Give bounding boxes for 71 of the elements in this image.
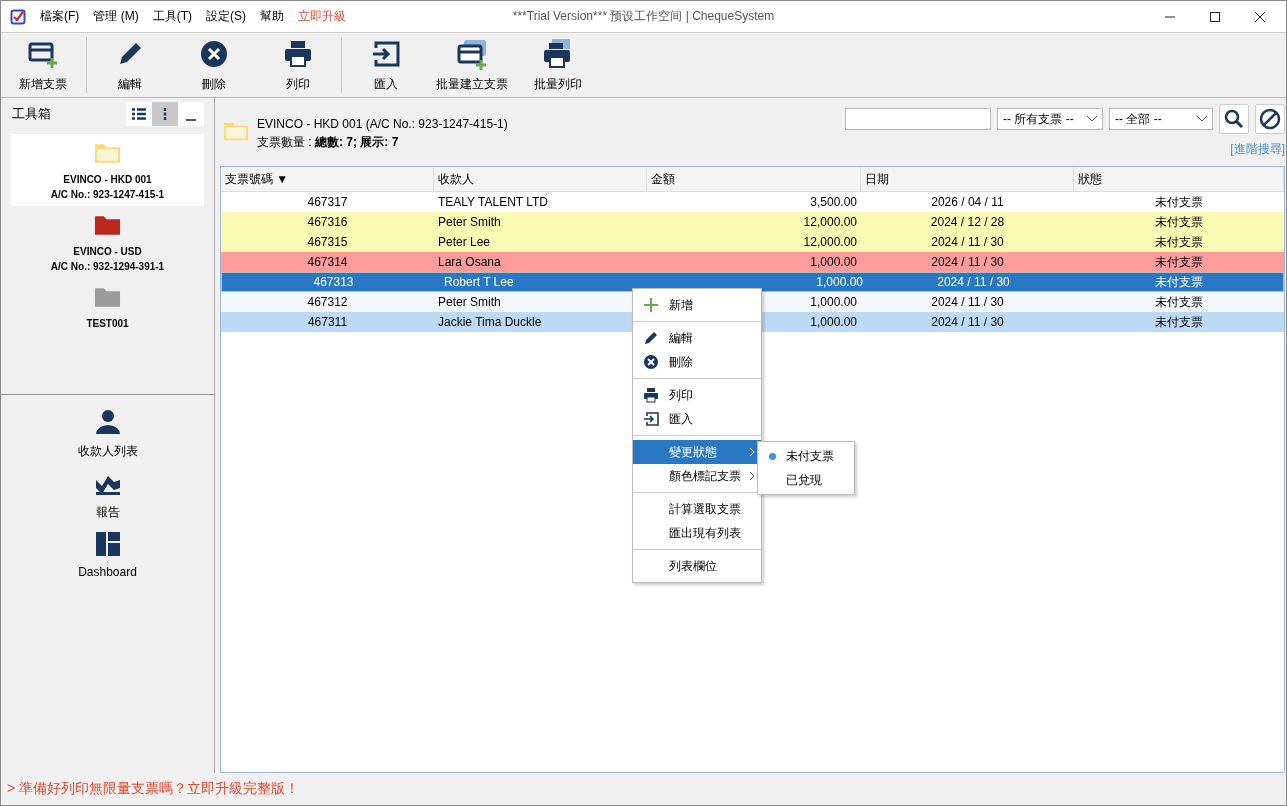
delete-icon	[643, 354, 659, 370]
table-row[interactable]: 467315 Peter Lee 12,000.00 2024 / 11 / 30 未付支票	[221, 232, 1284, 252]
close-icon[interactable]	[1254, 10, 1266, 23]
pencil-icon	[643, 330, 659, 346]
account-item[interactable]: TEST001	[11, 278, 204, 335]
account-item[interactable]: EVINCO - USD A/C No.: 932-1294-391-1	[11, 206, 204, 278]
column-header[interactable]: 支票號碼 ▼	[221, 167, 434, 191]
menu-item[interactable]: 新增	[633, 293, 761, 317]
nav-item[interactable]: 收款人列表	[77, 409, 138, 460]
clear-icon	[1259, 108, 1281, 130]
menu-item[interactable]: 檔案(F)	[40, 8, 80, 25]
list-view-icon	[132, 108, 146, 120]
search-button[interactable]	[1219, 104, 1249, 134]
menu-item[interactable]: 幫助	[260, 8, 284, 25]
column-header[interactable]: 金額	[647, 167, 861, 191]
view-toggle-button[interactable]	[152, 102, 178, 126]
table-row[interactable]: 467313 Robert T Lee 1,000.00 2024 / 11 / 30 未付支票	[221, 272, 1284, 292]
column-header[interactable]: 狀態	[1074, 167, 1284, 191]
menu-item[interactable]: 變更狀態	[633, 440, 761, 464]
person-icon	[94, 409, 121, 435]
toolbar-button[interactable]: 列印	[256, 34, 340, 96]
toolbar-button[interactable]: 編輯	[88, 34, 172, 96]
menu-item[interactable]: 管理 (M)	[93, 8, 139, 25]
menu-item[interactable]: 設定(S)	[206, 8, 246, 25]
menu-item[interactable]: 未付支票	[758, 444, 854, 468]
table-row[interactable]: 467316 Peter Smith 12,000.00 2024 / 12 / 28 未付支票	[221, 212, 1284, 232]
toolbar-button[interactable]: 匯入	[343, 34, 429, 96]
upgrade-link[interactable]: 立即升級	[298, 8, 346, 25]
nav-item[interactable]: 報告	[94, 470, 121, 521]
account-title: EVINCO - HKD 001 (A/C No.: 923-1247-415-1)	[257, 117, 508, 131]
app-logo-icon	[10, 8, 26, 25]
menu-item[interactable]: 列表欄位	[633, 554, 761, 578]
menu-item[interactable]: 刪除	[633, 350, 761, 374]
toolbar-button[interactable]: 刪除	[172, 34, 256, 96]
nav-item[interactable]: Dashboard	[78, 531, 137, 579]
caret-icon	[1087, 116, 1097, 122]
plus-icon	[643, 297, 659, 313]
chevron-right-icon	[749, 447, 755, 457]
column-header[interactable]: 日期	[861, 167, 1074, 191]
column-header[interactable]: 收款人	[434, 167, 647, 191]
menu-item[interactable]: 匯出現有列表	[633, 521, 761, 545]
table-row[interactable]: 467314 Lara Osana 1,000.00 2024 / 11 / 30 未付支票	[221, 252, 1284, 272]
account-item[interactable]: EVINCO - HKD 001 A/C No.: 923-1247-415-1	[11, 134, 204, 206]
upgrade-message[interactable]: > 準備好列印無限量支票嗎？立即升級完整版！	[7, 780, 300, 798]
clear-button[interactable]	[1255, 104, 1285, 134]
status-dropdown[interactable]: -- 全部 --	[1109, 108, 1213, 130]
menu-item[interactable]: 列印	[633, 383, 761, 407]
menu-item[interactable]: 匯入	[633, 407, 761, 431]
menu-item[interactable]: 編輯	[633, 326, 761, 350]
menu-item[interactable]: 顏色標記支票	[633, 464, 761, 488]
printer-icon	[643, 387, 659, 403]
import-icon	[643, 411, 659, 427]
toolbar-button[interactable]: 新增支票	[1, 34, 85, 96]
stacked-cards-plus-icon	[456, 37, 488, 70]
cheque-count: 支票數量 : 總數: 7; 展示: 7	[257, 134, 400, 151]
chevron-right-icon	[749, 471, 755, 481]
window-title: ***Trial Version*** 预设工作空间 | ChequeSystem	[512, 8, 775, 25]
menu-item[interactable]: 工具(T)	[152, 8, 192, 25]
maximize-icon[interactable]	[1209, 10, 1221, 23]
menu-item[interactable]: 已兌現	[758, 468, 854, 492]
caret-icon	[1197, 116, 1207, 122]
toolbar-button[interactable]: 批量建立支票	[429, 34, 515, 96]
search-icon	[1224, 109, 1244, 129]
folder-icon	[223, 120, 249, 142]
toolbar-button[interactable]: 批量列印	[515, 34, 601, 96]
dashboard-icon	[94, 531, 121, 557]
type-dropdown[interactable]: -- 所有支票 --	[997, 108, 1103, 130]
search-field[interactable]	[845, 108, 991, 130]
minimize-icon	[186, 119, 196, 121]
panel-title: 工具箱	[11, 105, 51, 123]
menu-item[interactable]: 計算選取支票	[633, 497, 761, 521]
